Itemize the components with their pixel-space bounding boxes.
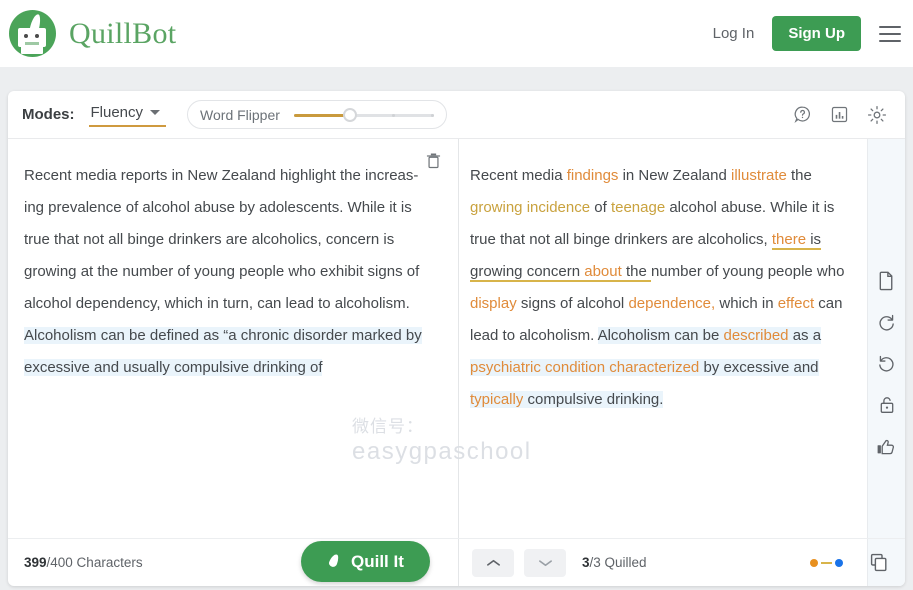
help-icon[interactable] xyxy=(793,105,812,124)
character-count-current: 399 xyxy=(24,555,47,570)
text-segment: by excessive and xyxy=(699,359,819,376)
output-pane: Recent media findings in New Zealand ill… xyxy=(458,138,905,586)
redo-icon[interactable] xyxy=(877,313,896,332)
document-icon[interactable] xyxy=(877,270,896,291)
text-segment: of xyxy=(590,199,611,216)
next-paraphrase-button[interactable] xyxy=(524,548,566,577)
hamburger-menu-icon[interactable] xyxy=(879,25,901,42)
text-segment: there xyxy=(771,231,807,250)
input-textarea[interactable]: Recent media reports in New Zealand high… xyxy=(8,139,458,538)
quilled-count-current: 3 xyxy=(582,555,590,570)
text-segment: about xyxy=(584,263,622,282)
brand[interactable]: QuillBot xyxy=(9,10,176,57)
brand-name: QuillBot xyxy=(69,16,177,50)
slider-fill xyxy=(293,113,350,117)
feather-quill-icon xyxy=(327,554,342,569)
lock-icon[interactable] xyxy=(878,395,896,415)
editor-panes: Recent media reports in New Zealand high… xyxy=(8,138,905,586)
quilled-count: 3/3 Quilled xyxy=(582,555,647,570)
text-segment: as a xyxy=(788,327,822,344)
settings-gear-icon[interactable] xyxy=(867,105,887,125)
signup-button[interactable]: Sign Up xyxy=(772,16,861,51)
output-action-rail xyxy=(867,139,905,586)
text-segment: findings xyxy=(566,167,619,184)
text-segment: illustrate xyxy=(730,167,787,184)
text-segment: in New Zealand xyxy=(618,167,731,184)
modes-label: Modes: xyxy=(22,106,75,123)
previous-paraphrase-button[interactable] xyxy=(472,548,514,577)
quillbot-robot-logo-icon xyxy=(9,10,56,57)
login-link[interactable]: Log In xyxy=(703,19,765,48)
text-segment: teenage xyxy=(610,199,666,216)
word-flipper-control: Word Flipper xyxy=(187,100,448,129)
text-segment: Alcoholism can be xyxy=(597,327,724,344)
text-segment: which in xyxy=(715,295,778,312)
thumbs-up-icon[interactable] xyxy=(876,437,897,457)
input-pane: Recent media reports in New Zealand high… xyxy=(8,138,458,586)
chevron-down-icon xyxy=(150,110,161,115)
slider-tick xyxy=(431,113,435,117)
text-segment: Recent media reports in New Zealand high… xyxy=(24,167,420,312)
quill-it-button-label: Quill It xyxy=(351,551,404,571)
text-segment: Recent media xyxy=(470,167,567,184)
text-segment: the xyxy=(621,263,651,282)
app-header: QuillBot Log In Sign Up xyxy=(0,0,913,67)
chevron-up-icon xyxy=(486,559,500,566)
no-change-dot-icon xyxy=(835,558,843,567)
text-segment: psychiatric condition characterized xyxy=(470,359,700,376)
slider-handle[interactable] xyxy=(342,107,357,122)
character-count-limit: /400 Characters xyxy=(46,555,143,570)
text-segment: typically xyxy=(470,391,524,408)
slider-tick xyxy=(391,113,395,117)
copy-icon[interactable] xyxy=(869,552,889,573)
change-legend xyxy=(810,558,843,567)
text-segment: number of young people who xyxy=(650,263,845,280)
input-footer: 399/400 Characters Quill It xyxy=(8,538,458,586)
text-segment: compulsive drinking. xyxy=(523,391,664,408)
mode-selector[interactable]: Fluency xyxy=(88,102,167,127)
modes-bar: Modes: Fluency Word Flipper xyxy=(8,91,905,138)
word-flipper-slider[interactable] xyxy=(293,107,435,122)
text-segment: effect xyxy=(777,295,815,312)
undo-icon[interactable] xyxy=(877,354,896,373)
statistics-icon[interactable] xyxy=(830,105,849,124)
output-footer: 3/3 Quilled xyxy=(458,538,905,586)
quilled-count-total: /3 Quilled xyxy=(589,555,647,570)
text-segment: dependence, xyxy=(628,295,716,312)
text-segment: Alcoholism can be defined as “a chronic … xyxy=(24,327,422,376)
word-change-dot-icon xyxy=(810,558,818,567)
chevron-down-icon xyxy=(538,559,552,566)
text-segment: signs of alcohol xyxy=(516,295,629,312)
text-segment: growing incidence xyxy=(470,199,591,216)
word-flipper-label: Word Flipper xyxy=(200,106,280,123)
mode-selector-value: Fluency xyxy=(90,104,144,121)
header-actions: Log In Sign Up xyxy=(703,16,901,51)
paraphraser-card: Modes: Fluency Word Flipper Recent media… xyxy=(8,91,905,586)
modes-bar-icons xyxy=(793,105,887,125)
output-textarea[interactable]: Recent media findings in New Zealand ill… xyxy=(458,139,905,538)
quill-it-button[interactable]: Quill It xyxy=(301,541,430,582)
structure-change-dash-icon xyxy=(821,561,832,564)
text-segment: the xyxy=(786,167,812,184)
character-count: 399/400 Characters xyxy=(24,555,143,570)
text-segment: described xyxy=(723,327,789,344)
text-segment: display xyxy=(470,295,517,312)
